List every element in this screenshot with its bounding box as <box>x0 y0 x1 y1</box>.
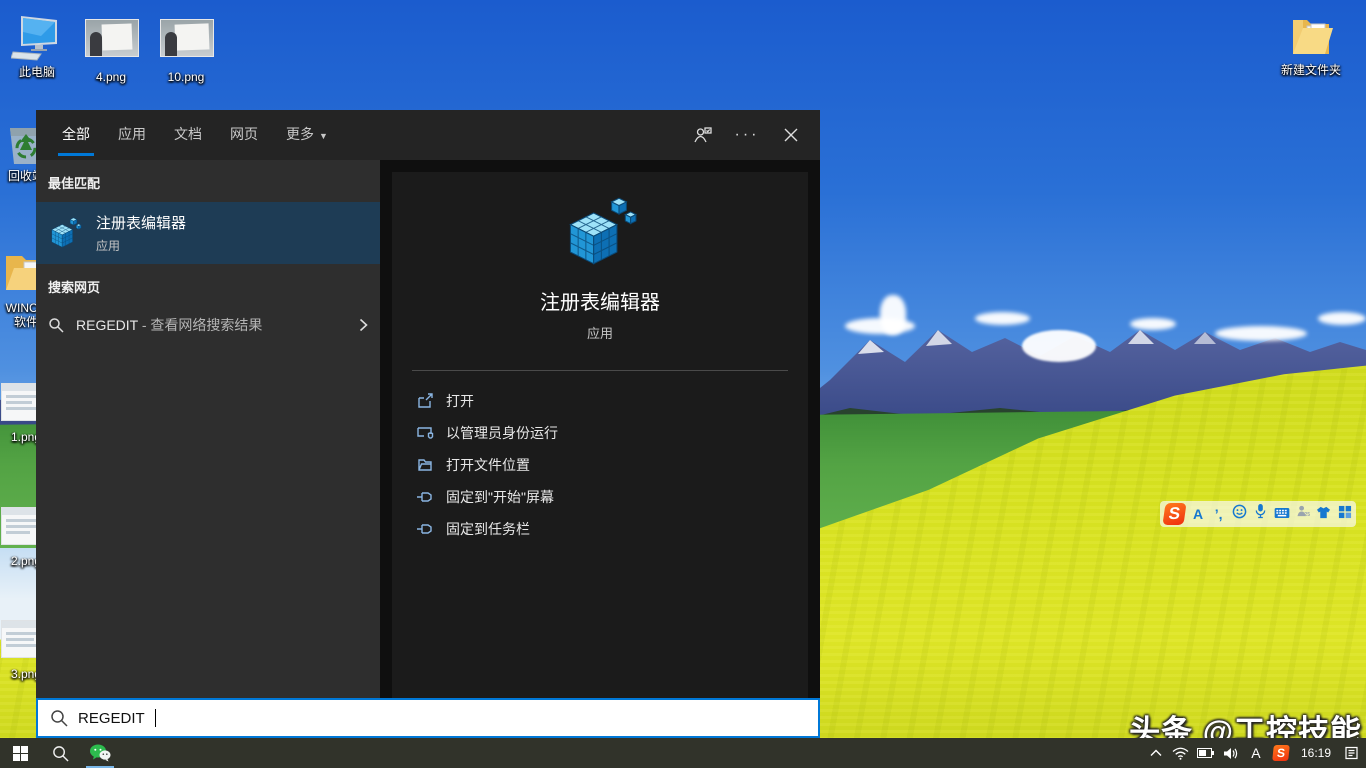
taskbar-clock[interactable]: 16:19 <box>1297 746 1335 760</box>
best-match-title: 注册表编辑器 <box>96 212 186 233</box>
chevron-down-icon: ▼ <box>319 131 328 141</box>
skin-icon[interactable] <box>1316 502 1331 526</box>
text-cursor <box>155 709 156 727</box>
action-center-icon[interactable] <box>1342 742 1360 764</box>
web-search-query: REGEDIT <box>76 317 138 333</box>
cloud <box>880 295 906 335</box>
desktop-icon-label: 4.png <box>75 70 147 84</box>
detail-app-name: 注册表编辑器 <box>540 286 660 315</box>
desktop-icon-this-pc[interactable]: 此电脑 <box>1 14 73 79</box>
cloud <box>1318 312 1366 325</box>
best-match-result[interactable]: 注册表编辑器 应用 <box>36 202 380 264</box>
system-tray: A S 16:19 <box>1147 742 1366 764</box>
tab-all[interactable]: 全部 <box>48 110 104 160</box>
taskbar-search-button[interactable] <box>40 738 80 768</box>
search-results-area: 最佳匹配 <box>36 160 820 698</box>
cloud <box>1022 330 1096 362</box>
registry-editor-icon <box>562 194 638 270</box>
taskbar: A S 16:19 <box>0 738 1366 768</box>
image-thumbnail-icon <box>160 19 212 67</box>
cloud <box>1215 326 1307 341</box>
mic-icon[interactable] <box>1253 502 1268 526</box>
toolbox-icon[interactable] <box>1337 502 1352 526</box>
search-icon <box>50 709 68 727</box>
image-thumbnail-icon <box>85 19 137 67</box>
sogou-logo-icon[interactable]: S <box>1162 503 1186 525</box>
detail-app-type: 应用 <box>587 323 613 342</box>
punctuation-icon[interactable]: ’, <box>1211 502 1226 526</box>
action-pin-to-taskbar[interactable]: 固定到任务栏 <box>416 513 808 545</box>
keyboard-icon[interactable] <box>1274 502 1290 526</box>
web-search-result[interactable]: REGEDIT - 查看网络搜索结果 <box>36 306 380 344</box>
cloud <box>1130 318 1176 330</box>
wifi-icon[interactable] <box>1172 742 1190 764</box>
chevron-right-icon <box>359 318 368 332</box>
search-icon <box>52 745 69 762</box>
windows-logo-icon <box>13 746 28 761</box>
desktop-icon-label: 此电脑 <box>1 65 73 79</box>
tab-apps[interactable]: 应用 <box>104 110 160 160</box>
emoji-icon[interactable] <box>1232 502 1247 526</box>
wechat-icon <box>89 744 111 762</box>
cloud <box>975 312 1030 325</box>
result-detail-pane: 注册表编辑器 应用 打开 以管理员身份运行 <box>392 172 808 698</box>
search-input-value: REGEDIT <box>78 710 145 727</box>
search-tab-bar: 全部 应用 文档 网页 更多▼ ··· <box>36 110 820 160</box>
volume-icon[interactable] <box>1222 742 1240 764</box>
action-list: 打开 以管理员身份运行 打开文件位置 <box>392 371 808 545</box>
section-best-match: 最佳匹配 <box>36 160 380 202</box>
action-run-as-admin[interactable]: 以管理员身份运行 <box>416 417 808 449</box>
desktop-icon-label: 10.png <box>150 70 222 84</box>
search-icon <box>48 317 64 333</box>
chevron-up-icon[interactable] <box>1147 742 1165 764</box>
open-icon <box>416 392 434 410</box>
search-input[interactable]: REGEDIT <box>36 698 820 738</box>
login-icon[interactable]: 25 <box>1296 502 1311 526</box>
action-open-file-location[interactable]: 打开文件位置 <box>416 449 808 481</box>
search-flyout-panel: 全部 应用 文档 网页 更多▼ ··· 最佳匹配 <box>36 110 820 698</box>
close-icon[interactable] <box>774 118 808 152</box>
tab-more[interactable]: 更多▼ <box>272 110 342 160</box>
battery-icon[interactable] <box>1197 742 1215 764</box>
best-match-subtitle: 应用 <box>96 237 186 254</box>
web-search-suffix: - 查看网络搜索结果 <box>138 317 262 333</box>
folder-icon <box>1285 12 1337 60</box>
sogou-icon[interactable]: S <box>1272 742 1290 764</box>
wechat-button[interactable] <box>80 738 120 768</box>
user-feedback-icon[interactable] <box>686 118 720 152</box>
pin-icon <box>416 520 434 538</box>
results-list: 最佳匹配 <box>36 160 380 698</box>
input-lang-icon[interactable]: A <box>1247 742 1265 764</box>
login-badge: 25 <box>1304 512 1310 517</box>
ime-toolbar[interactable]: S A ’, 25 <box>1160 501 1356 527</box>
registry-editor-icon <box>48 216 82 250</box>
tab-documents[interactable]: 文档 <box>160 110 216 160</box>
this-pc-icon <box>11 14 63 62</box>
run-as-admin-icon <box>416 424 434 442</box>
options-ellipsis-icon[interactable]: ··· <box>730 118 764 152</box>
desktop-icon-10png[interactable]: 10.png <box>150 14 222 84</box>
tab-web[interactable]: 网页 <box>216 110 272 160</box>
file-location-icon <box>416 456 434 474</box>
desktop-icon-label: 新建文件夹 <box>1275 63 1347 77</box>
desktop-icon-new-folder[interactable]: 新建文件夹 <box>1275 12 1347 77</box>
section-web-search: 搜索网页 <box>36 264 380 306</box>
action-open[interactable]: 打开 <box>416 385 808 417</box>
action-pin-to-start[interactable]: 固定到"开始"屏幕 <box>416 481 808 513</box>
desktop-icon-4png[interactable]: 4.png <box>75 14 147 84</box>
pin-icon <box>416 488 434 506</box>
english-mode-icon[interactable]: A <box>1191 502 1206 526</box>
start-button[interactable] <box>0 738 40 768</box>
